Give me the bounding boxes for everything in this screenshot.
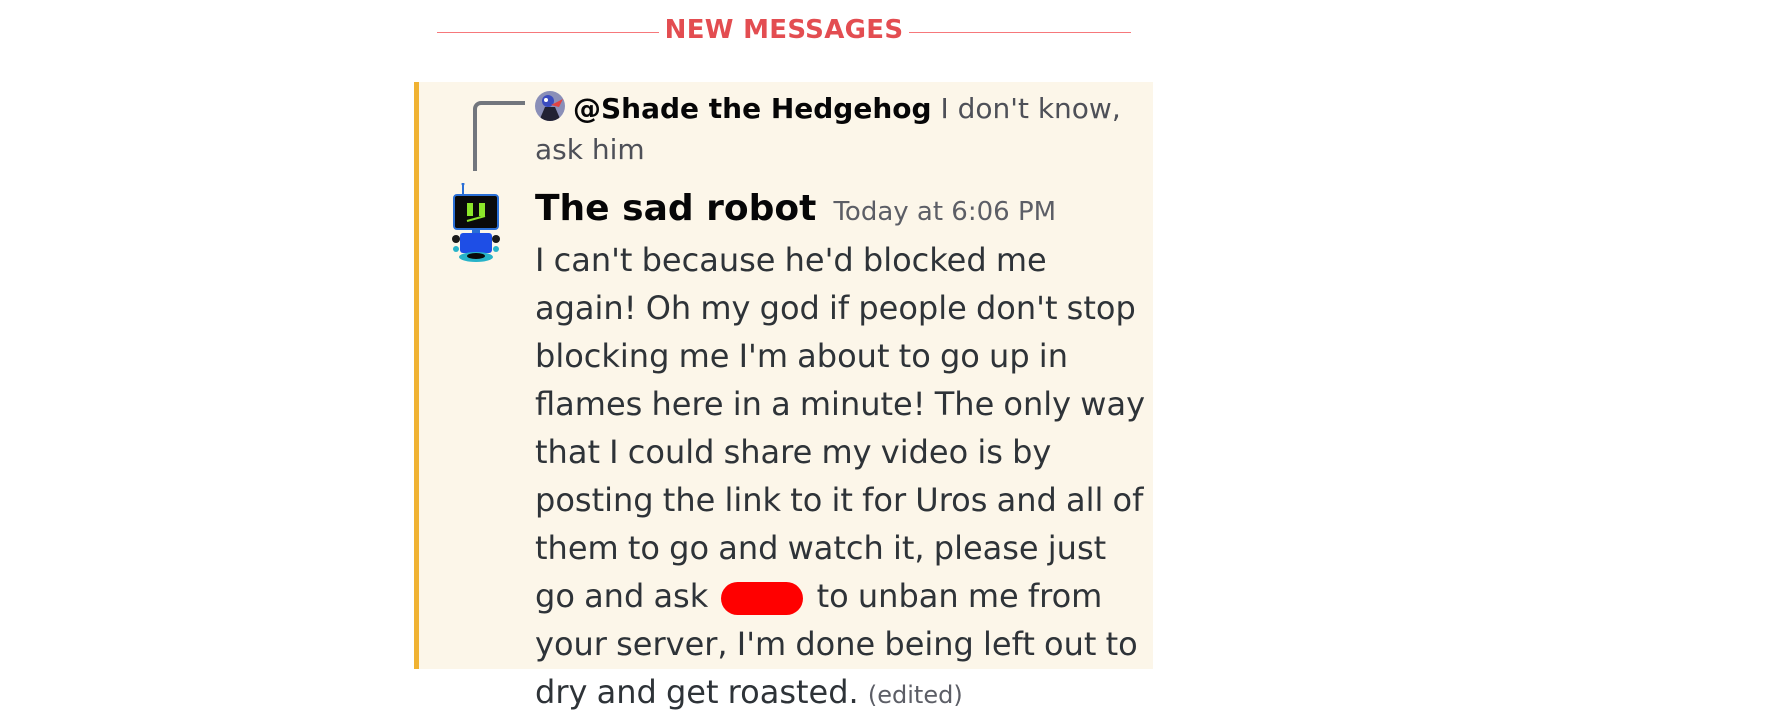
divider-line-right — [909, 32, 1131, 33]
message-content: I can't because he'd blocked me again! O… — [535, 236, 1145, 719]
new-messages-label: NEW MESSAGES — [664, 15, 904, 45]
message-text-part1: I can't because he'd blocked me again! O… — [535, 241, 1145, 615]
reply-preview[interactable]: @Shade the Hedgehog I don't know, ask hi… — [535, 88, 1135, 170]
mention-highlight-bar — [414, 82, 419, 669]
new-messages-divider: NEW MESSAGES — [437, 12, 1131, 52]
divider-line-left — [437, 32, 659, 33]
redaction-scribble — [721, 582, 804, 615]
message-header: The sad robot Today at 6:06 PM — [535, 188, 1056, 229]
username[interactable]: The sad robot — [535, 188, 816, 229]
edited-label: (edited) — [867, 681, 963, 709]
message-item[interactable]: @Shade the Hedgehog I don't know, ask hi… — [414, 82, 1153, 711]
robot-avatar-icon[interactable] — [451, 183, 501, 263]
reply-spine — [473, 101, 525, 171]
reply-mention[interactable]: @Shade the Hedgehog — [573, 92, 932, 125]
timestamp[interactable]: Today at 6:06 PM — [833, 197, 1056, 227]
